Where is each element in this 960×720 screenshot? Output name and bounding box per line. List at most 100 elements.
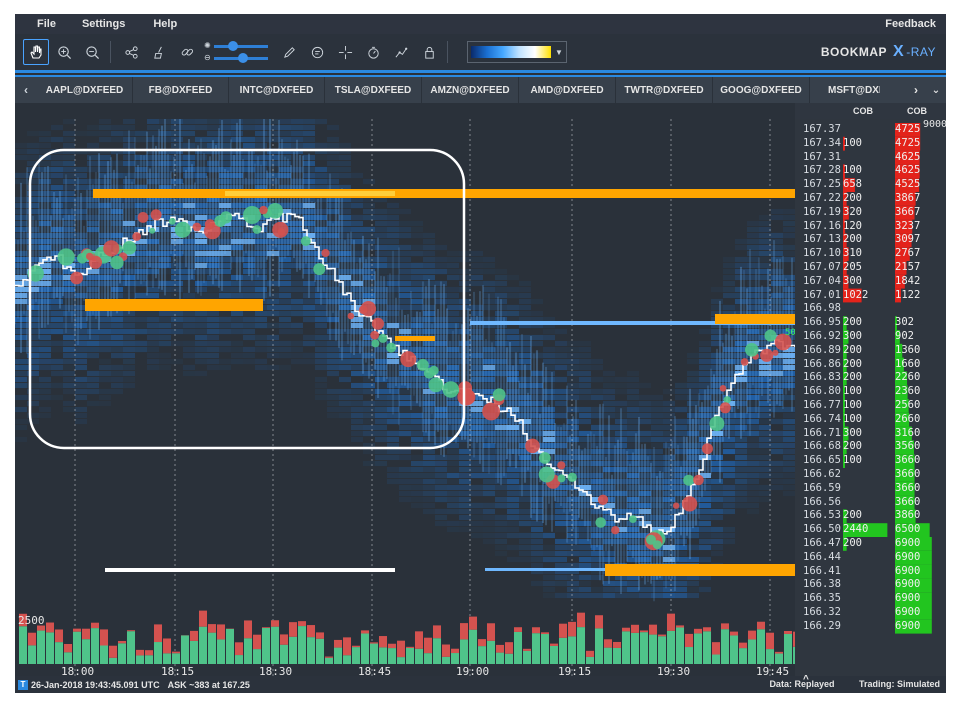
ladder-row[interactable]: 166.47 200 6900 bbox=[795, 537, 946, 550]
ladder-row[interactable]: 166.38 6900 bbox=[795, 578, 946, 591]
tab-msft[interactable]: MSFT@DXF bbox=[810, 77, 880, 103]
tab-list-chevron-icon[interactable]: ⌄ bbox=[926, 77, 946, 103]
ladder-row[interactable]: 167.25 658 4525 bbox=[795, 178, 946, 191]
ladder-cob: 3660 bbox=[895, 495, 921, 508]
heatmap-cell bbox=[471, 515, 483, 520]
hand-icon[interactable] bbox=[23, 39, 49, 65]
brightness-sliders[interactable]: ✺ ⊖ bbox=[204, 39, 274, 65]
heatmap-cell bbox=[531, 557, 543, 562]
ladder-row[interactable]: 166.95 200 302 bbox=[795, 316, 946, 329]
heatmap-cell bbox=[375, 395, 387, 400]
heatmap-cell bbox=[483, 521, 495, 526]
heatmap-cell bbox=[219, 137, 231, 142]
contrast-slider-knob[interactable] bbox=[238, 53, 248, 63]
heatmap-chart[interactable]: 2500 50 18:00 18:15 18:30 18:45 19:00 19:15 19… bbox=[15, 119, 795, 676]
tab-intc[interactable]: INTC@DXFEED bbox=[229, 77, 325, 103]
tab-fb[interactable]: FB@DXFEED bbox=[133, 77, 229, 103]
link-icon[interactable] bbox=[174, 39, 200, 65]
heatmap-cell bbox=[375, 461, 387, 466]
ladder-size: 300 bbox=[843, 330, 862, 342]
ladder-row[interactable]: 166.56 3660 bbox=[795, 496, 946, 509]
heatmap-cell bbox=[675, 431, 687, 436]
ladder-row[interactable]: 166.35 6900 bbox=[795, 592, 946, 605]
lock-icon[interactable] bbox=[416, 39, 442, 65]
ladder-row[interactable]: 166.77 100 2560 bbox=[795, 399, 946, 412]
indicator-icon[interactable] bbox=[388, 39, 414, 65]
ladder-row[interactable]: 166.29 6900 bbox=[795, 620, 946, 633]
ladder-row[interactable]: 166.86 200 1660 bbox=[795, 358, 946, 371]
chat-icon[interactable] bbox=[304, 39, 330, 65]
ladder-row[interactable]: 167.01 1022 1122 bbox=[795, 289, 946, 302]
heatmap-cell bbox=[459, 509, 471, 514]
tab-goog[interactable]: GOOG@DXFEED bbox=[713, 77, 810, 103]
ladder-row[interactable]: 167.34 100 4725 bbox=[795, 137, 946, 150]
share-icon[interactable] bbox=[118, 39, 144, 65]
ladder-price: 166.53 bbox=[803, 509, 841, 522]
heatmap-cell bbox=[519, 281, 531, 286]
heatmap-cell bbox=[291, 275, 303, 280]
ladder-row[interactable]: 167.28 100 4625 bbox=[795, 164, 946, 177]
ladder-row[interactable]: 166.32 6900 bbox=[795, 606, 946, 619]
ladder-row[interactable]: 166.59 3660 bbox=[795, 482, 946, 495]
heatmap-cell bbox=[555, 563, 567, 568]
volume-bar-sell bbox=[622, 627, 630, 632]
ladder-row[interactable]: 167.07 205 2157 bbox=[795, 261, 946, 274]
ladder-row[interactable]: 166.41 6900 bbox=[795, 565, 946, 578]
heatmap-cell bbox=[555, 389, 567, 394]
ladder-row[interactable]: 166.74 100 2660 bbox=[795, 413, 946, 426]
heatmap-cell bbox=[759, 257, 771, 262]
ladder-cob: 2260 bbox=[895, 371, 921, 384]
heatmap-cell bbox=[423, 473, 435, 478]
ladder-row[interactable]: 167.19 320 3667 bbox=[795, 206, 946, 219]
menu-help[interactable]: Help bbox=[153, 18, 177, 30]
ladder-row[interactable]: 166.89 200 1360 bbox=[795, 344, 946, 357]
crosshair-icon[interactable] bbox=[332, 39, 358, 65]
heatmap-cell bbox=[363, 227, 375, 232]
ladder-row[interactable]: 166.53 200 3860 bbox=[795, 509, 946, 522]
ladder-row[interactable]: 166.65 100 3660 bbox=[795, 454, 946, 467]
heatmap-cell bbox=[663, 437, 675, 442]
ladder-row[interactable]: 166.68 200 3560 bbox=[795, 440, 946, 453]
brightness-slider-knob[interactable] bbox=[228, 41, 238, 51]
tab-amd[interactable]: AMD@DXFEED bbox=[519, 77, 616, 103]
heatmap-cell bbox=[435, 269, 447, 274]
pencil-icon[interactable] bbox=[276, 39, 302, 65]
tab-tsla[interactable]: TSLA@DXFEED bbox=[325, 77, 422, 103]
volume-bar-buy bbox=[406, 647, 414, 664]
menu-file[interactable]: File bbox=[37, 18, 56, 30]
price-ladder[interactable]: 167.37 4725 167.34 100 4725 167.31 4625 167.28 1… bbox=[795, 119, 946, 676]
ladder-row[interactable]: 166.44 6900 bbox=[795, 551, 946, 564]
feedback-link[interactable]: Feedback bbox=[885, 18, 936, 30]
ladder-row[interactable]: 166.71 300 3160 bbox=[795, 427, 946, 440]
ladder-row[interactable]: 166.98 bbox=[795, 302, 946, 315]
ladder-row[interactable]: 166.92 300 902 bbox=[795, 330, 946, 343]
ladder-row[interactable]: 167.22 200 3867 bbox=[795, 192, 946, 205]
tab-scroll-right-icon[interactable]: › bbox=[906, 77, 926, 103]
ladder-row[interactable]: 166.80 100 2360 bbox=[795, 385, 946, 398]
heatmap-cell bbox=[99, 311, 111, 316]
zoom-in-icon[interactable] bbox=[51, 39, 77, 65]
ladder-row[interactable]: 167.16 120 3237 bbox=[795, 220, 946, 233]
ladder-row[interactable]: 166.50 2440 6500 bbox=[795, 523, 946, 536]
ladder-row[interactable]: 167.13 200 3097 bbox=[795, 233, 946, 246]
ladder-row[interactable]: 166.62 3660 bbox=[795, 468, 946, 481]
zoom-out-icon[interactable] bbox=[79, 39, 105, 65]
heatmap-color-selector[interactable]: ▼ bbox=[467, 41, 567, 63]
tab-aapl[interactable]: AAPL@DXFEED bbox=[37, 77, 133, 103]
heatmap-cell bbox=[219, 155, 231, 160]
ladder-row[interactable]: 167.10 310 2767 bbox=[795, 247, 946, 260]
ladder-row[interactable]: 166.83 200 2260 bbox=[795, 371, 946, 384]
broom-icon[interactable] bbox=[146, 39, 172, 65]
heatmap-cell bbox=[723, 305, 735, 310]
menu-settings[interactable]: Settings bbox=[82, 18, 125, 30]
heatmap-cell bbox=[555, 539, 567, 544]
heatmap-cell bbox=[783, 221, 795, 226]
ladder-row[interactable]: 167.31 4625 bbox=[795, 151, 946, 164]
heatmap-cell bbox=[63, 383, 75, 388]
timer-icon[interactable] bbox=[360, 39, 386, 65]
ladder-row[interactable]: 167.04 300 1842 bbox=[795, 275, 946, 288]
tab-amzn[interactable]: AMZN@DXFEED bbox=[422, 77, 519, 103]
volume-bar-buy bbox=[118, 643, 126, 664]
tab-twtr[interactable]: TWTR@DXFEED bbox=[616, 77, 713, 103]
tab-scroll-left-icon[interactable]: ‹ bbox=[15, 83, 37, 97]
